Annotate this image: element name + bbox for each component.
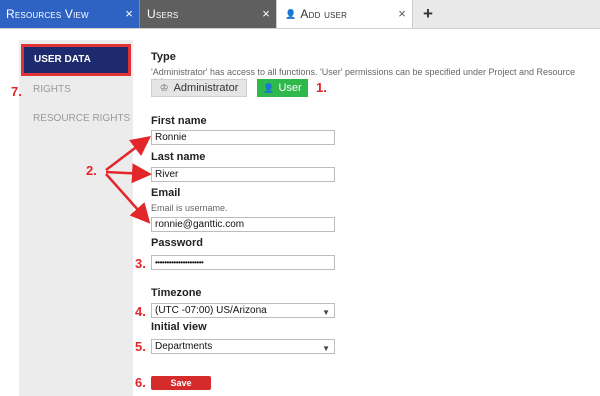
annotation-arrows [105,135,152,224]
arrow-to-email [105,173,151,224]
arrow-to-first-name [105,135,151,171]
arrow-to-last-name [105,163,152,184]
